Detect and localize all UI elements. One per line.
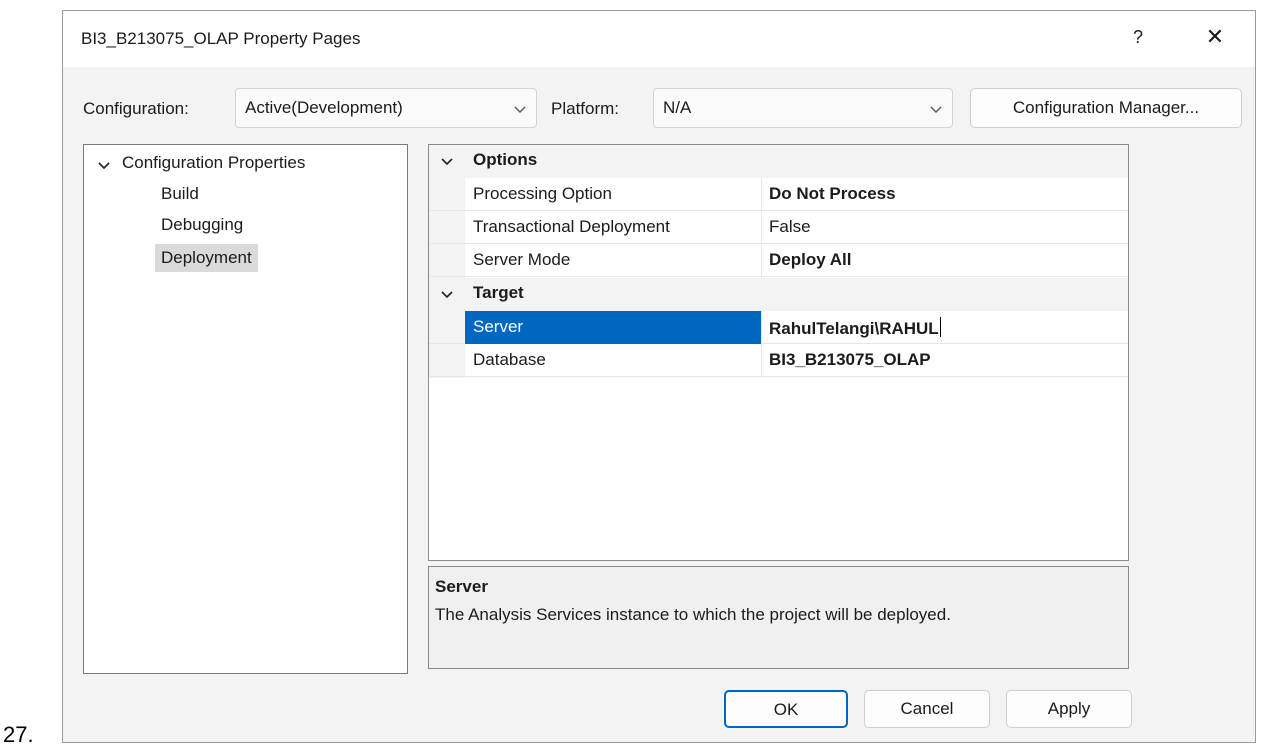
tree-item-debugging[interactable]: Debugging xyxy=(161,215,243,235)
configuration-manager-button[interactable]: Configuration Manager... xyxy=(970,88,1242,128)
property-name: Server Mode xyxy=(473,250,571,269)
property-value: RahulTelangi\RAHUL xyxy=(769,319,939,338)
list-number: 27. xyxy=(3,722,34,747)
platform-label: Platform: xyxy=(551,99,620,118)
category-target[interactable]: Target xyxy=(429,278,1128,311)
selected-property-name: Server xyxy=(465,311,761,344)
description-text: The Analysis Services instance to which … xyxy=(435,605,951,624)
property-row-database[interactable]: Database BI3_B213075_OLAP xyxy=(429,344,1128,377)
server-value-input[interactable]: RahulTelangi\RAHUL xyxy=(769,317,941,339)
property-row-transactional-deployment[interactable]: Transactional Deployment False xyxy=(429,211,1128,244)
configuration-dropdown[interactable]: Active(Development) xyxy=(235,88,537,128)
configuration-value: Active(Development) xyxy=(245,98,403,117)
help-button[interactable]: ? xyxy=(1126,23,1150,51)
close-button[interactable]: ✕ xyxy=(1201,23,1229,51)
window-title: BI3_B213075_OLAP Property Pages xyxy=(81,29,361,48)
configuration-tree: Configuration Properties Build Debugging… xyxy=(83,144,408,674)
ok-button[interactable]: OK xyxy=(724,690,848,728)
property-pages-dialog: BI3_B213075_OLAP Property Pages ? ✕ Conf… xyxy=(62,10,1256,743)
tree-item-build[interactable]: Build xyxy=(161,184,199,204)
description-title: Server xyxy=(435,577,488,596)
chevron-down-icon xyxy=(514,106,526,113)
property-grid: Options Processing Option Do Not Process… xyxy=(428,144,1129,561)
property-name: Transactional Deployment xyxy=(473,217,670,236)
text-caret xyxy=(939,317,941,337)
category-options[interactable]: Options xyxy=(429,145,1128,178)
property-name: Database xyxy=(473,350,546,369)
property-value[interactable]: Deploy All xyxy=(769,250,852,270)
apply-button[interactable]: Apply xyxy=(1006,690,1132,728)
property-row-server-mode[interactable]: Server Mode Deploy All xyxy=(429,244,1128,277)
category-title: Options xyxy=(473,150,538,169)
property-value[interactable]: False xyxy=(769,217,811,237)
property-value[interactable]: Do Not Process xyxy=(769,184,896,204)
property-name: Server xyxy=(473,317,524,336)
chevron-down-icon[interactable] xyxy=(439,154,455,170)
title-bar: BI3_B213075_OLAP Property Pages ? ✕ xyxy=(63,11,1255,67)
configuration-label: Configuration: xyxy=(83,99,189,118)
tree-item-deployment[interactable]: Deployment xyxy=(155,244,258,272)
property-row-processing-option[interactable]: Processing Option Do Not Process xyxy=(429,178,1128,211)
property-name: Processing Option xyxy=(473,184,612,203)
chevron-down-icon[interactable] xyxy=(96,158,112,174)
description-pane: Server The Analysis Services instance to… xyxy=(428,566,1129,669)
property-row-server[interactable]: Server RahulTelangi\RAHUL xyxy=(429,311,1128,344)
platform-value: N/A xyxy=(663,98,692,117)
chevron-down-icon[interactable] xyxy=(439,287,455,303)
chevron-down-icon xyxy=(930,106,942,113)
platform-dropdown[interactable]: N/A xyxy=(653,88,953,128)
category-title: Target xyxy=(473,283,524,302)
property-value[interactable]: BI3_B213075_OLAP xyxy=(769,350,931,370)
cancel-button[interactable]: Cancel xyxy=(864,690,990,728)
tree-root-configuration-properties[interactable]: Configuration Properties xyxy=(122,153,305,173)
